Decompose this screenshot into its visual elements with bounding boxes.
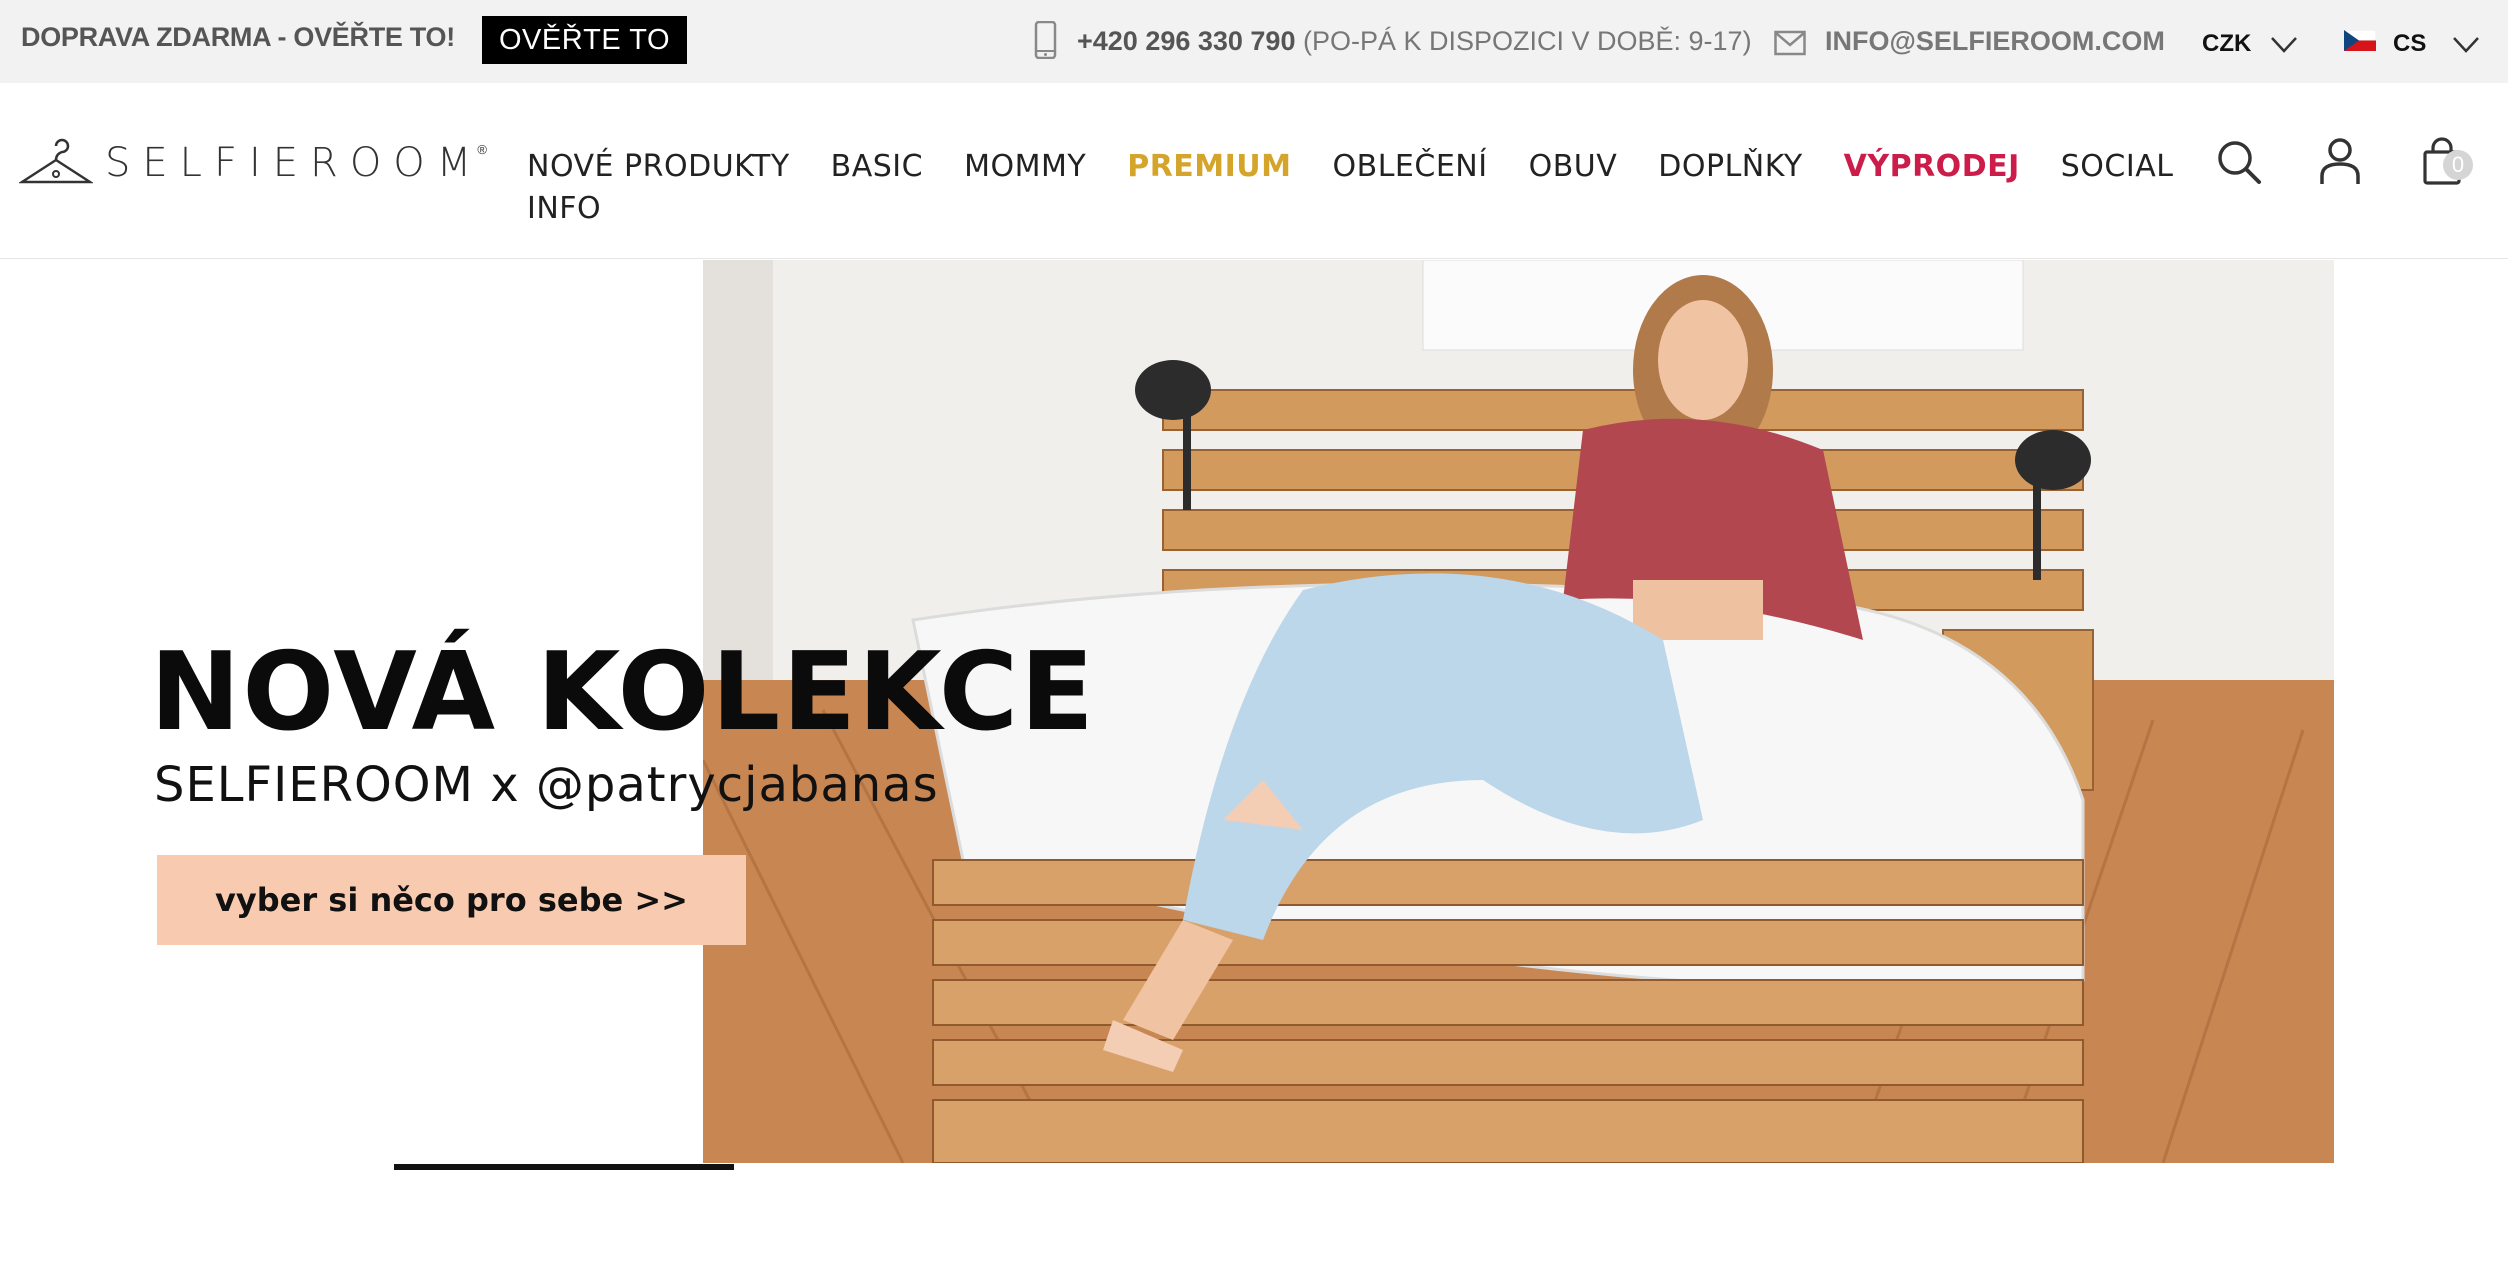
czech-flag-icon xyxy=(2344,30,2376,51)
contact-phone[interactable]: +420 296 330 790 (PO-PÁ K DISPOZICI V DO… xyxy=(1077,26,1752,57)
verify-button[interactable]: OVĚŘTE TO xyxy=(482,16,687,64)
contact-email[interactable]: INFO@SELFIEROOM.COM xyxy=(1825,26,2165,57)
logo[interactable]: SELFIEROOM ® xyxy=(19,133,493,193)
mail-icon xyxy=(1774,30,1806,56)
language-selector[interactable]: CS xyxy=(2393,30,2426,58)
logo-text: SELFIEROOM xyxy=(105,140,484,186)
cart-count-badge: 0 xyxy=(2443,150,2473,180)
top-bar: DOPRAVA ZDARMA - OVĚŘTE TO! OVĚŘTE TO +4… xyxy=(0,0,2508,83)
hero-cta-button[interactable]: vyber si něco pro sebe >> xyxy=(157,855,746,945)
nav-item-sale[interactable]: VÝPRODEJ xyxy=(1844,149,2020,184)
nav-item-premium[interactable]: PREMIUM xyxy=(1127,149,1291,184)
phone-hours: (PO-PÁ K DISPOZICI V DOBĚ: 9-17) xyxy=(1295,26,1752,56)
search-icon[interactable] xyxy=(2216,139,2262,185)
nav-item-clothing[interactable]: OBLEČENÍ xyxy=(1333,149,1488,184)
hero-subtitle: SELFIEROOM x @patrycjabanas xyxy=(154,757,939,813)
phone-number[interactable]: +420 296 330 790 xyxy=(1077,26,1295,56)
nav-item-accessories[interactable]: DOPLŇKY xyxy=(1658,149,1802,184)
nav-item-mommy[interactable]: MOMMY xyxy=(964,149,1086,184)
free-shipping-text: DOPRAVA ZDARMA - OVĚŘTE TO! xyxy=(21,22,455,52)
main-nav: NOVÉ PRODUKTY BASIC MOMMY PREMIUM OBLEČE… xyxy=(527,149,2214,184)
hanger-icon xyxy=(19,138,93,184)
user-account-icon[interactable] xyxy=(2319,137,2361,185)
registered-mark: ® xyxy=(477,141,487,157)
nav-item-social[interactable]: SOCIAL xyxy=(2061,149,2174,184)
main-header: SELFIEROOM ® NOVÉ PRODUKTY BASIC MOMMY P… xyxy=(0,83,2508,259)
hero-title: NOVÁ KOLEKCE xyxy=(150,630,1096,755)
nav-item-basic[interactable]: BASIC xyxy=(831,149,923,184)
slider-progress-indicator[interactable] xyxy=(394,1164,734,1170)
nav-item-shoes[interactable]: OBUV xyxy=(1529,149,1618,184)
phone-icon xyxy=(1034,21,1057,59)
chevron-down-icon[interactable] xyxy=(2452,36,2480,54)
nav-item-info[interactable]: INFO xyxy=(527,191,601,226)
currency-selector[interactable]: CZK xyxy=(2202,30,2251,58)
nav-item-new-products[interactable]: NOVÉ PRODUKTY xyxy=(527,149,790,184)
chevron-down-icon[interactable] xyxy=(2270,36,2298,54)
